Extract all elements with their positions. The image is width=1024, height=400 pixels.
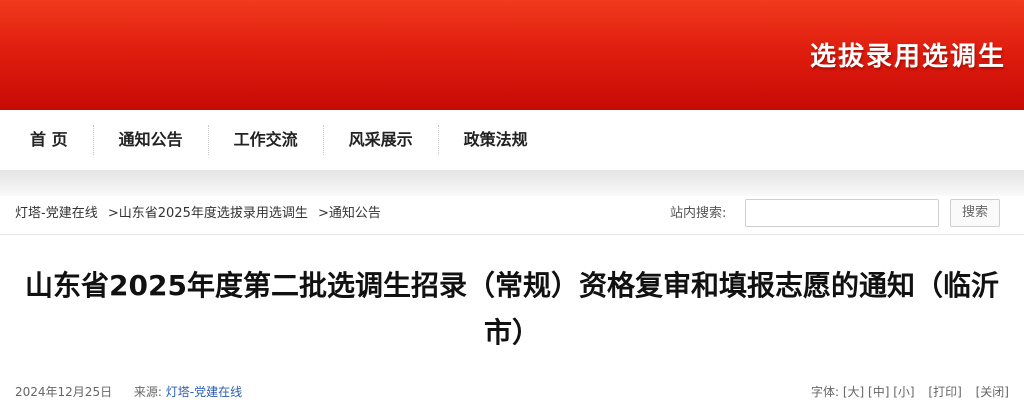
breadcrumb-link-notices[interactable]: 通知公告 — [329, 206, 381, 221]
print-button[interactable]: [打印] — [928, 385, 961, 399]
breadcrumb-separator: > — [107, 206, 119, 221]
article-tools: 字体: [大] [中] [小] [打印] [关闭] — [811, 383, 1009, 400]
article-meta: 2024年12月25日 来源: 灯塔-党建在线 — [15, 383, 242, 400]
search-label: 站内搜索: — [670, 206, 727, 221]
source-label: 来源: — [133, 385, 162, 399]
font-size-medium-button[interactable]: [中] — [868, 385, 889, 399]
nav-item-home[interactable]: 首 页 — [0, 125, 94, 155]
banner-title: 选拔录用选调生 — [809, 42, 1006, 72]
nav-item-showcase[interactable]: 风采展示 — [324, 125, 439, 155]
breadcrumb: 灯塔-党建在线 >山东省2025年度选拔录用选调生 >通知公告 — [15, 196, 381, 232]
font-size-label: 字体: — [810, 385, 839, 399]
source-link[interactable]: 灯塔-党建在线 — [166, 385, 242, 399]
search-input[interactable] — [745, 199, 939, 227]
font-size-large-button[interactable]: [大] — [843, 385, 864, 399]
breadcrumb-link-program[interactable]: 山东省2025年度选拔录用选调生 — [119, 206, 308, 221]
publish-date: 2024年12月25日 — [15, 385, 113, 399]
nav-item-work-exchange[interactable]: 工作交流 — [209, 125, 324, 155]
nav-item-policies[interactable]: 政策法规 — [439, 125, 553, 155]
header-banner: 选拔录用选调生 — [0, 0, 1024, 110]
breadcrumb-link-home[interactable]: 灯塔-党建在线 — [15, 206, 98, 221]
close-button[interactable]: [关闭] — [976, 385, 1009, 399]
nav-divider-band — [0, 170, 1024, 196]
search-button[interactable]: 搜索 — [950, 199, 1000, 227]
nav-item-notices[interactable]: 通知公告 — [94, 125, 209, 155]
main-nav: 首 页 通知公告 工作交流 风采展示 政策法规 — [0, 110, 1024, 170]
breadcrumb-separator: > — [317, 206, 329, 221]
article-title: 山东省2025年度第二批选调生招录（常规）资格复审和填报志愿的通知（临沂市） — [25, 269, 999, 349]
breadcrumb-bar: 灯塔-党建在线 >山东省2025年度选拔录用选调生 >通知公告 站内搜索: 搜索 — [0, 196, 1024, 235]
font-size-small-button[interactable]: [小] — [893, 385, 914, 399]
